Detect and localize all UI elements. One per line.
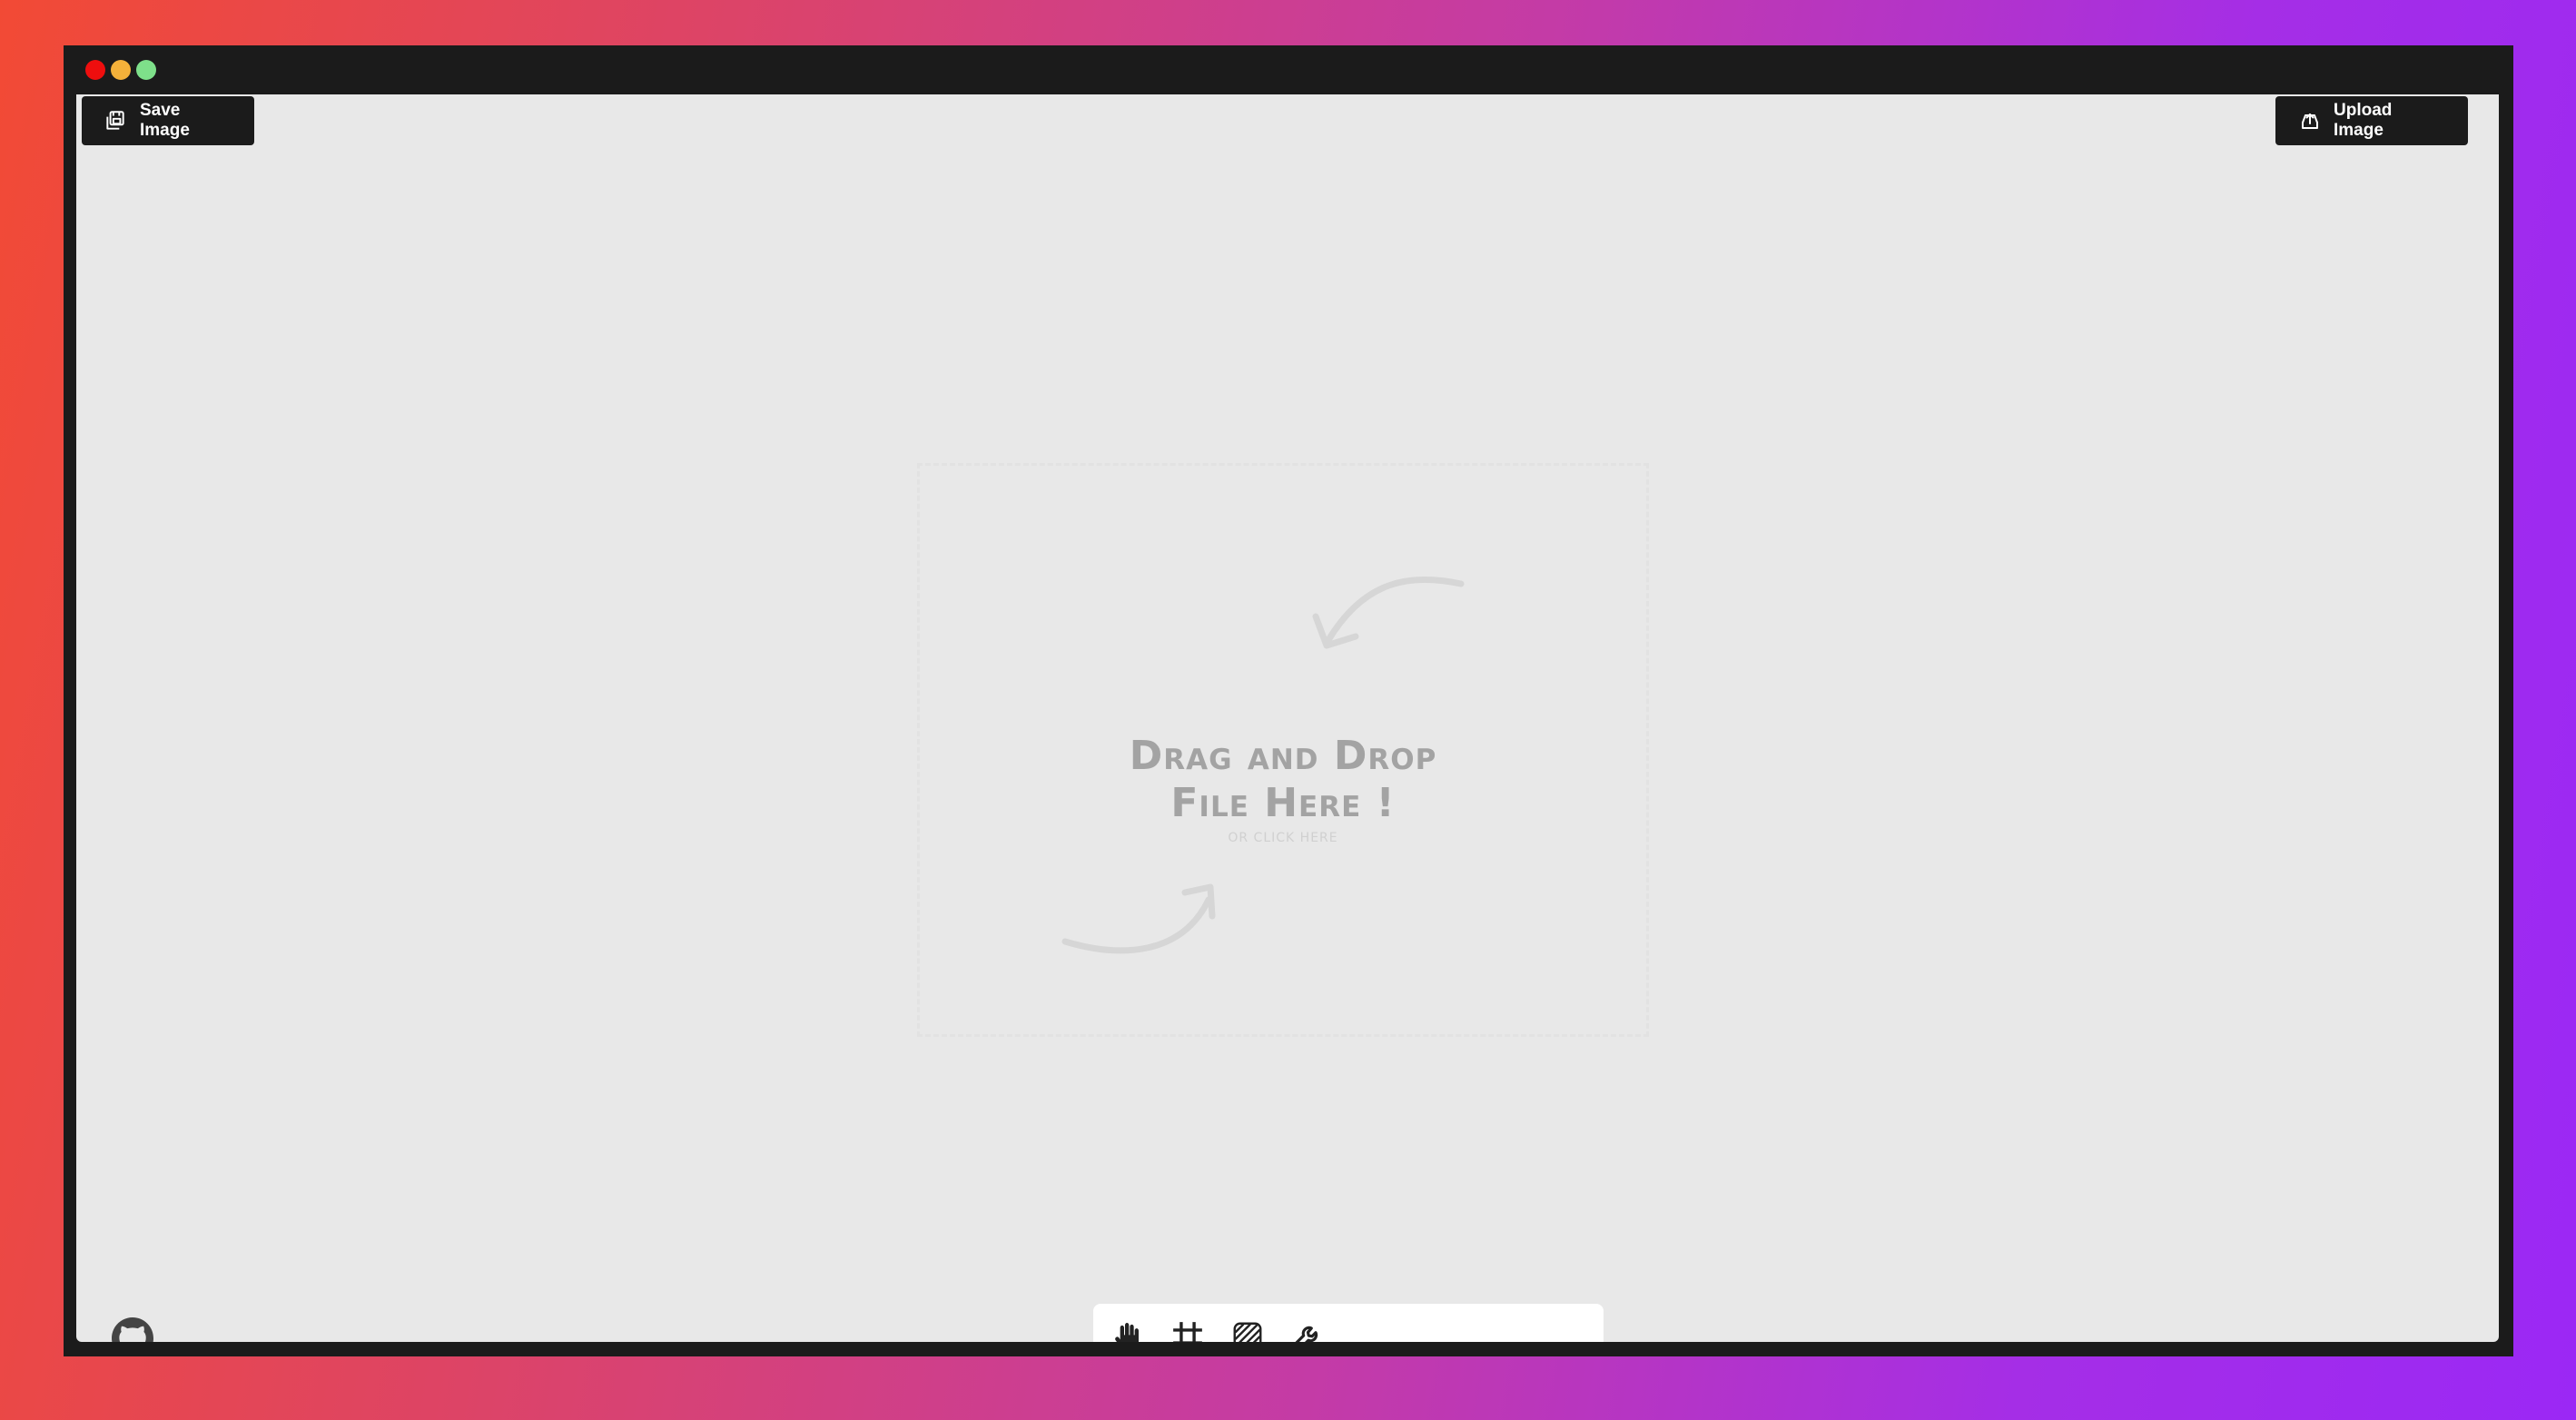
editor-canvas[interactable]: Save Image Upload Image Drag and Drop Fi… [76,94,2499,1342]
hand-tool-button[interactable] [1108,1318,1148,1342]
bottom-arrow-icon [1061,883,1216,954]
upload-image-label: Upload Image [2334,101,2393,140]
save-image-button[interactable]: Save Image [82,96,254,145]
close-window-button[interactable] [85,60,105,80]
drop-subtitle: or click here [1228,831,1338,845]
save-image-label: Save Image [140,101,190,140]
top-arrow-icon [1312,576,1465,649]
wrench-icon [1290,1319,1325,1342]
bottom-toolbar [1093,1304,1604,1342]
crop-frame-icon [1172,1321,1203,1342]
crop-frame-tool-button[interactable] [1168,1318,1208,1342]
hand-icon [1110,1318,1146,1342]
drop-title-line2: File Here ! [1170,780,1396,826]
drop-zone[interactable]: Drag and Drop File Here ! or click here [917,463,1649,1037]
save-image-icon [104,109,127,133]
pattern-tool-button[interactable] [1228,1318,1268,1342]
pattern-icon [1231,1320,1264,1342]
drop-title-line1: Drag and Drop [1129,733,1437,779]
maximize-window-button[interactable] [136,60,156,80]
settings-tool-button[interactable] [1288,1318,1327,1342]
app-window: Save Image Upload Image Drag and Drop Fi… [64,45,2513,1356]
github-link[interactable] [111,1316,154,1342]
upload-image-button[interactable]: Upload Image [2275,96,2468,145]
title-bar [64,45,2513,94]
minimize-window-button[interactable] [111,60,131,80]
upload-icon [2299,110,2321,132]
